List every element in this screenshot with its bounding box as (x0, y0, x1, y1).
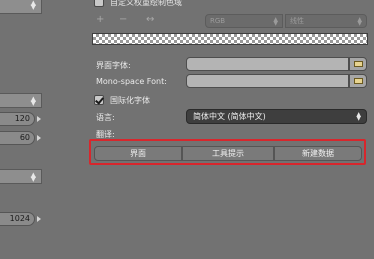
custom-weight-color-label: 自定义权重绘制色域 (110, 0, 182, 7)
number-value: 1024 (9, 214, 30, 223)
interpolation-value: 线性 (290, 17, 304, 25)
interface-font-label: 界面字体: (96, 61, 131, 70)
up-down-arrows-icon: ▲ ▼ (357, 16, 362, 27)
number-field-3[interactable]: 1024 (0, 212, 35, 226)
up-down-arrows-icon: ▲ ▼ (30, 95, 36, 107)
up-down-arrows-icon: ▲ ▼ (273, 16, 278, 27)
left-dropdown-2[interactable]: ▲ ▼ (0, 169, 42, 184)
up-down-arrows-icon: ▲ ▼ (30, 171, 36, 183)
add-stop-button[interactable]: + (96, 14, 104, 25)
mono-font-field[interactable] (186, 74, 349, 88)
interface-font-field[interactable] (186, 57, 349, 71)
remove-stop-button[interactable]: − (119, 14, 127, 25)
language-label: 语言: (96, 113, 115, 122)
number-field-1[interactable]: 120 (0, 112, 35, 126)
up-down-arrows-icon: ▲ ▼ (30, 0, 36, 11)
left-dropdown-1[interactable]: ▲ ▼ (0, 93, 42, 108)
folder-icon (354, 78, 363, 84)
number-value: 120 (14, 114, 30, 123)
international-fonts-checkbox[interactable] (94, 95, 104, 105)
mono-font-label: Mono-space Font: (96, 77, 167, 86)
preferences-panel: ▲ ▼ ▲ ▼ 120 60 ▲ ▼ 1024 自定义权重绘制色域 + − ↔ RGB… (0, 0, 374, 259)
color-mode-select[interactable]: RGB ▲ ▼ (205, 14, 283, 28)
mono-font-browse-button[interactable] (349, 74, 367, 88)
language-select[interactable]: 简体中文 (简体中文) ▲ ▼ (186, 109, 367, 124)
custom-weight-color-checkbox[interactable] (94, 0, 104, 7)
language-value: 简体中文 (简体中文) (193, 112, 266, 121)
interface-font-browse-button[interactable] (349, 57, 367, 71)
number-value: 60 (19, 133, 30, 142)
international-fonts-label: 国际化字体 (110, 96, 150, 105)
interpolation-select[interactable]: 线性 ▲ ▼ (285, 14, 367, 28)
increment-arrow-icon[interactable] (37, 116, 41, 122)
color-mode-value: RGB (210, 17, 226, 25)
color-ramp-preview[interactable] (92, 33, 368, 45)
increment-arrow-icon[interactable] (37, 135, 41, 141)
folder-icon (354, 61, 363, 67)
increment-arrow-icon[interactable] (37, 216, 41, 222)
highlight-box (89, 139, 366, 165)
left-field-top[interactable]: ▲ ▼ (0, 0, 42, 14)
number-field-2[interactable]: 60 (0, 131, 35, 145)
flip-ramp-button[interactable]: ↔ (146, 14, 154, 25)
up-down-arrows-icon: ▲ ▼ (356, 111, 361, 122)
